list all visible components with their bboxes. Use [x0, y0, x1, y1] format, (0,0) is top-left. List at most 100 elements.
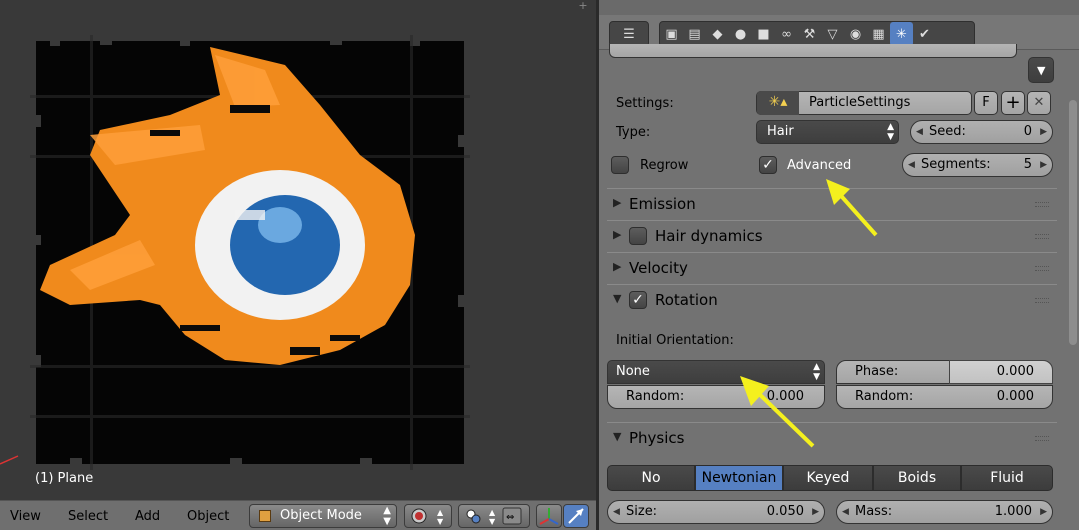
properties-editor-icon: ☰ [623, 26, 635, 42]
phase-random-label: Random: [855, 389, 914, 404]
particle-type-dropdown[interactable]: Hair ▲ ▼ [756, 120, 899, 144]
area-split-handle[interactable]: + [576, 0, 590, 12]
collapse-triangle-icon: ▼ [613, 430, 622, 443]
increment-icon[interactable]: ▶ [1040, 501, 1047, 523]
world-tab-icon[interactable]: ● [729, 22, 752, 46]
collapse-triangle-icon: ▼ [613, 292, 622, 305]
svg-text:▼: ▼ [489, 517, 496, 526]
panel-title-velocity: Velocity [629, 259, 688, 277]
translate-manipulator-button[interactable] [563, 504, 589, 528]
type-label: Type: [616, 125, 651, 140]
particle-hair-plane-render [30, 35, 470, 470]
physics-tab-icon[interactable]: ✔ [913, 22, 936, 46]
panel-physics[interactable]: ▼ Physics [607, 422, 1057, 452]
3d-viewport[interactable]: + (1) Plane [0, 0, 596, 500]
panel-emission[interactable]: ▶ Emission [607, 188, 1057, 218]
panel-grip-icon[interactable] [1035, 202, 1049, 207]
increment-icon[interactable]: ▶ [1040, 154, 1047, 176]
pivot-point-dropdown[interactable]: ▲ ▼ ⇔ [458, 504, 530, 528]
new-settings-icon[interactable]: + [1001, 91, 1025, 115]
seed-value: 0 [1023, 124, 1032, 139]
dropdown-arrows-icon: ▲ ▼ [383, 505, 391, 527]
particles-tab-icon[interactable]: ✳ [890, 22, 913, 46]
panel-grip-icon[interactable] [1035, 298, 1049, 303]
properties-editor: ☰ ▣ ▤ ◆ ● ■ ∞ ⚒ ▽ ◉ ▦ ✳ ✔ ▼ Settings: ✳▴… [599, 0, 1079, 530]
physics-type-keyed[interactable]: Keyed [783, 465, 873, 491]
segments-field[interactable]: ◀ Segments: 5 ▶ [902, 153, 1053, 177]
mass-label: Mass: [855, 504, 893, 519]
increment-icon[interactable]: ▶ [812, 501, 819, 523]
size-value: 0.050 [766, 504, 804, 519]
modifiers-tab-icon[interactable]: ⚒ [798, 22, 821, 46]
manipulator-axes-icon [539, 508, 559, 525]
decrement-icon[interactable]: ◀ [613, 501, 620, 523]
panel-title-hair-dynamics: Hair dynamics [655, 227, 763, 245]
panel-hair-dynamics[interactable]: ▶ Hair dynamics [607, 220, 1057, 250]
expand-triangle-icon: ▶ [613, 228, 622, 241]
object-cube-icon [259, 510, 271, 522]
physics-type-no[interactable]: No [607, 465, 695, 491]
constraints-tab-icon[interactable]: ∞ [775, 22, 798, 46]
panel-rotation[interactable]: ▼ ✓ Rotation [607, 284, 1057, 314]
decrement-icon[interactable]: ◀ [908, 154, 915, 176]
expand-triangle-icon: ▶ [613, 260, 622, 273]
scene-tab-icon[interactable]: ◆ [706, 22, 729, 46]
panel-grip-icon[interactable] [1035, 436, 1049, 441]
menu-object[interactable]: Object [187, 509, 229, 524]
orientation-random-field[interactable]: Random: 0.000 [607, 385, 825, 409]
object-data-tab-icon[interactable]: ▽ [821, 22, 844, 46]
physics-type-newtonian[interactable]: Newtonian [695, 465, 783, 491]
manipulator-toggle-button[interactable] [536, 504, 562, 528]
properties-scrollbar[interactable] [1069, 100, 1077, 345]
random-value: 0.000 [766, 389, 804, 404]
material-tab-icon[interactable]: ◉ [844, 22, 867, 46]
panel-grip-icon[interactable] [1035, 266, 1049, 271]
panel-velocity[interactable]: ▶ Velocity [607, 252, 1057, 282]
advanced-checkbox[interactable]: ✓ [759, 156, 777, 174]
active-object-label: (1) Plane [35, 471, 94, 486]
interaction-mode-dropdown[interactable]: Object Mode ▲ ▼ [249, 504, 397, 528]
segments-value: 5 [1023, 157, 1032, 172]
object-tab-icon[interactable]: ■ [752, 22, 775, 46]
physics-type-boids[interactable]: Boids [873, 465, 961, 491]
phase-field[interactable]: Phase: 0.000 [836, 360, 1053, 384]
particle-system-list[interactable] [609, 44, 1017, 58]
mode-label: Object Mode [280, 508, 362, 523]
rotation-checkbox[interactable]: ✓ [629, 291, 647, 309]
regrow-checkbox[interactable] [611, 156, 629, 174]
texture-tab-icon[interactable]: ▦ [867, 22, 890, 46]
seed-field[interactable]: ◀ Seed: 0 ▶ [910, 120, 1053, 144]
menu-view[interactable]: View [10, 509, 41, 524]
fake-user-button[interactable]: F [974, 91, 998, 115]
svg-text:▼: ▼ [437, 517, 444, 526]
increment-icon[interactable]: ▶ [1040, 121, 1047, 143]
advanced-label: Advanced [787, 158, 852, 173]
phase-label: Phase: [855, 364, 899, 379]
decrement-icon[interactable]: ◀ [842, 501, 849, 523]
menu-add[interactable]: Add [135, 509, 160, 524]
size-label: Size: [626, 504, 658, 519]
panel-title-emission: Emission [629, 195, 696, 213]
hair-dynamics-checkbox[interactable] [629, 227, 647, 245]
mass-field[interactable]: ◀ Mass: 1.000 ▶ [836, 500, 1053, 524]
render-layers-tab-icon[interactable]: ▤ [683, 22, 706, 46]
phase-random-field[interactable]: Random: 0.000 [836, 385, 1053, 409]
properties-header: ☰ ▣ ▤ ◆ ● ■ ∞ ⚒ ▽ ◉ ▦ ✳ ✔ [599, 0, 1079, 50]
particle-settings-name[interactable]: ParticleSettings [809, 92, 910, 114]
unlink-settings-icon[interactable]: ✕ [1027, 91, 1051, 115]
decrement-icon[interactable]: ◀ [916, 121, 923, 143]
viewport-shading-dropdown[interactable]: ▲ ▼ [404, 504, 452, 528]
particle-settings-browse-icon[interactable]: ✳▴ [757, 91, 799, 115]
orientation-dropdown[interactable]: None ▲ ▼ [607, 360, 825, 384]
dropdown-arrows-icon: ▲ ▼ [813, 362, 820, 382]
shading-sphere-icon: ▲ ▼ [411, 508, 444, 526]
regrow-label: Regrow [640, 158, 689, 173]
particle-settings-field[interactable]: ✳▴ ParticleSettings [756, 91, 972, 115]
panel-grip-icon[interactable] [1035, 234, 1049, 239]
render-tab-icon[interactable]: ▣ [660, 22, 683, 46]
physics-type-fluid[interactable]: Fluid [961, 465, 1053, 491]
list-expand-button[interactable]: ▼ [1028, 57, 1054, 83]
size-field[interactable]: ◀ Size: 0.050 ▶ [607, 500, 825, 524]
axis-indicator-icon [0, 455, 19, 465]
menu-select[interactable]: Select [68, 509, 108, 524]
